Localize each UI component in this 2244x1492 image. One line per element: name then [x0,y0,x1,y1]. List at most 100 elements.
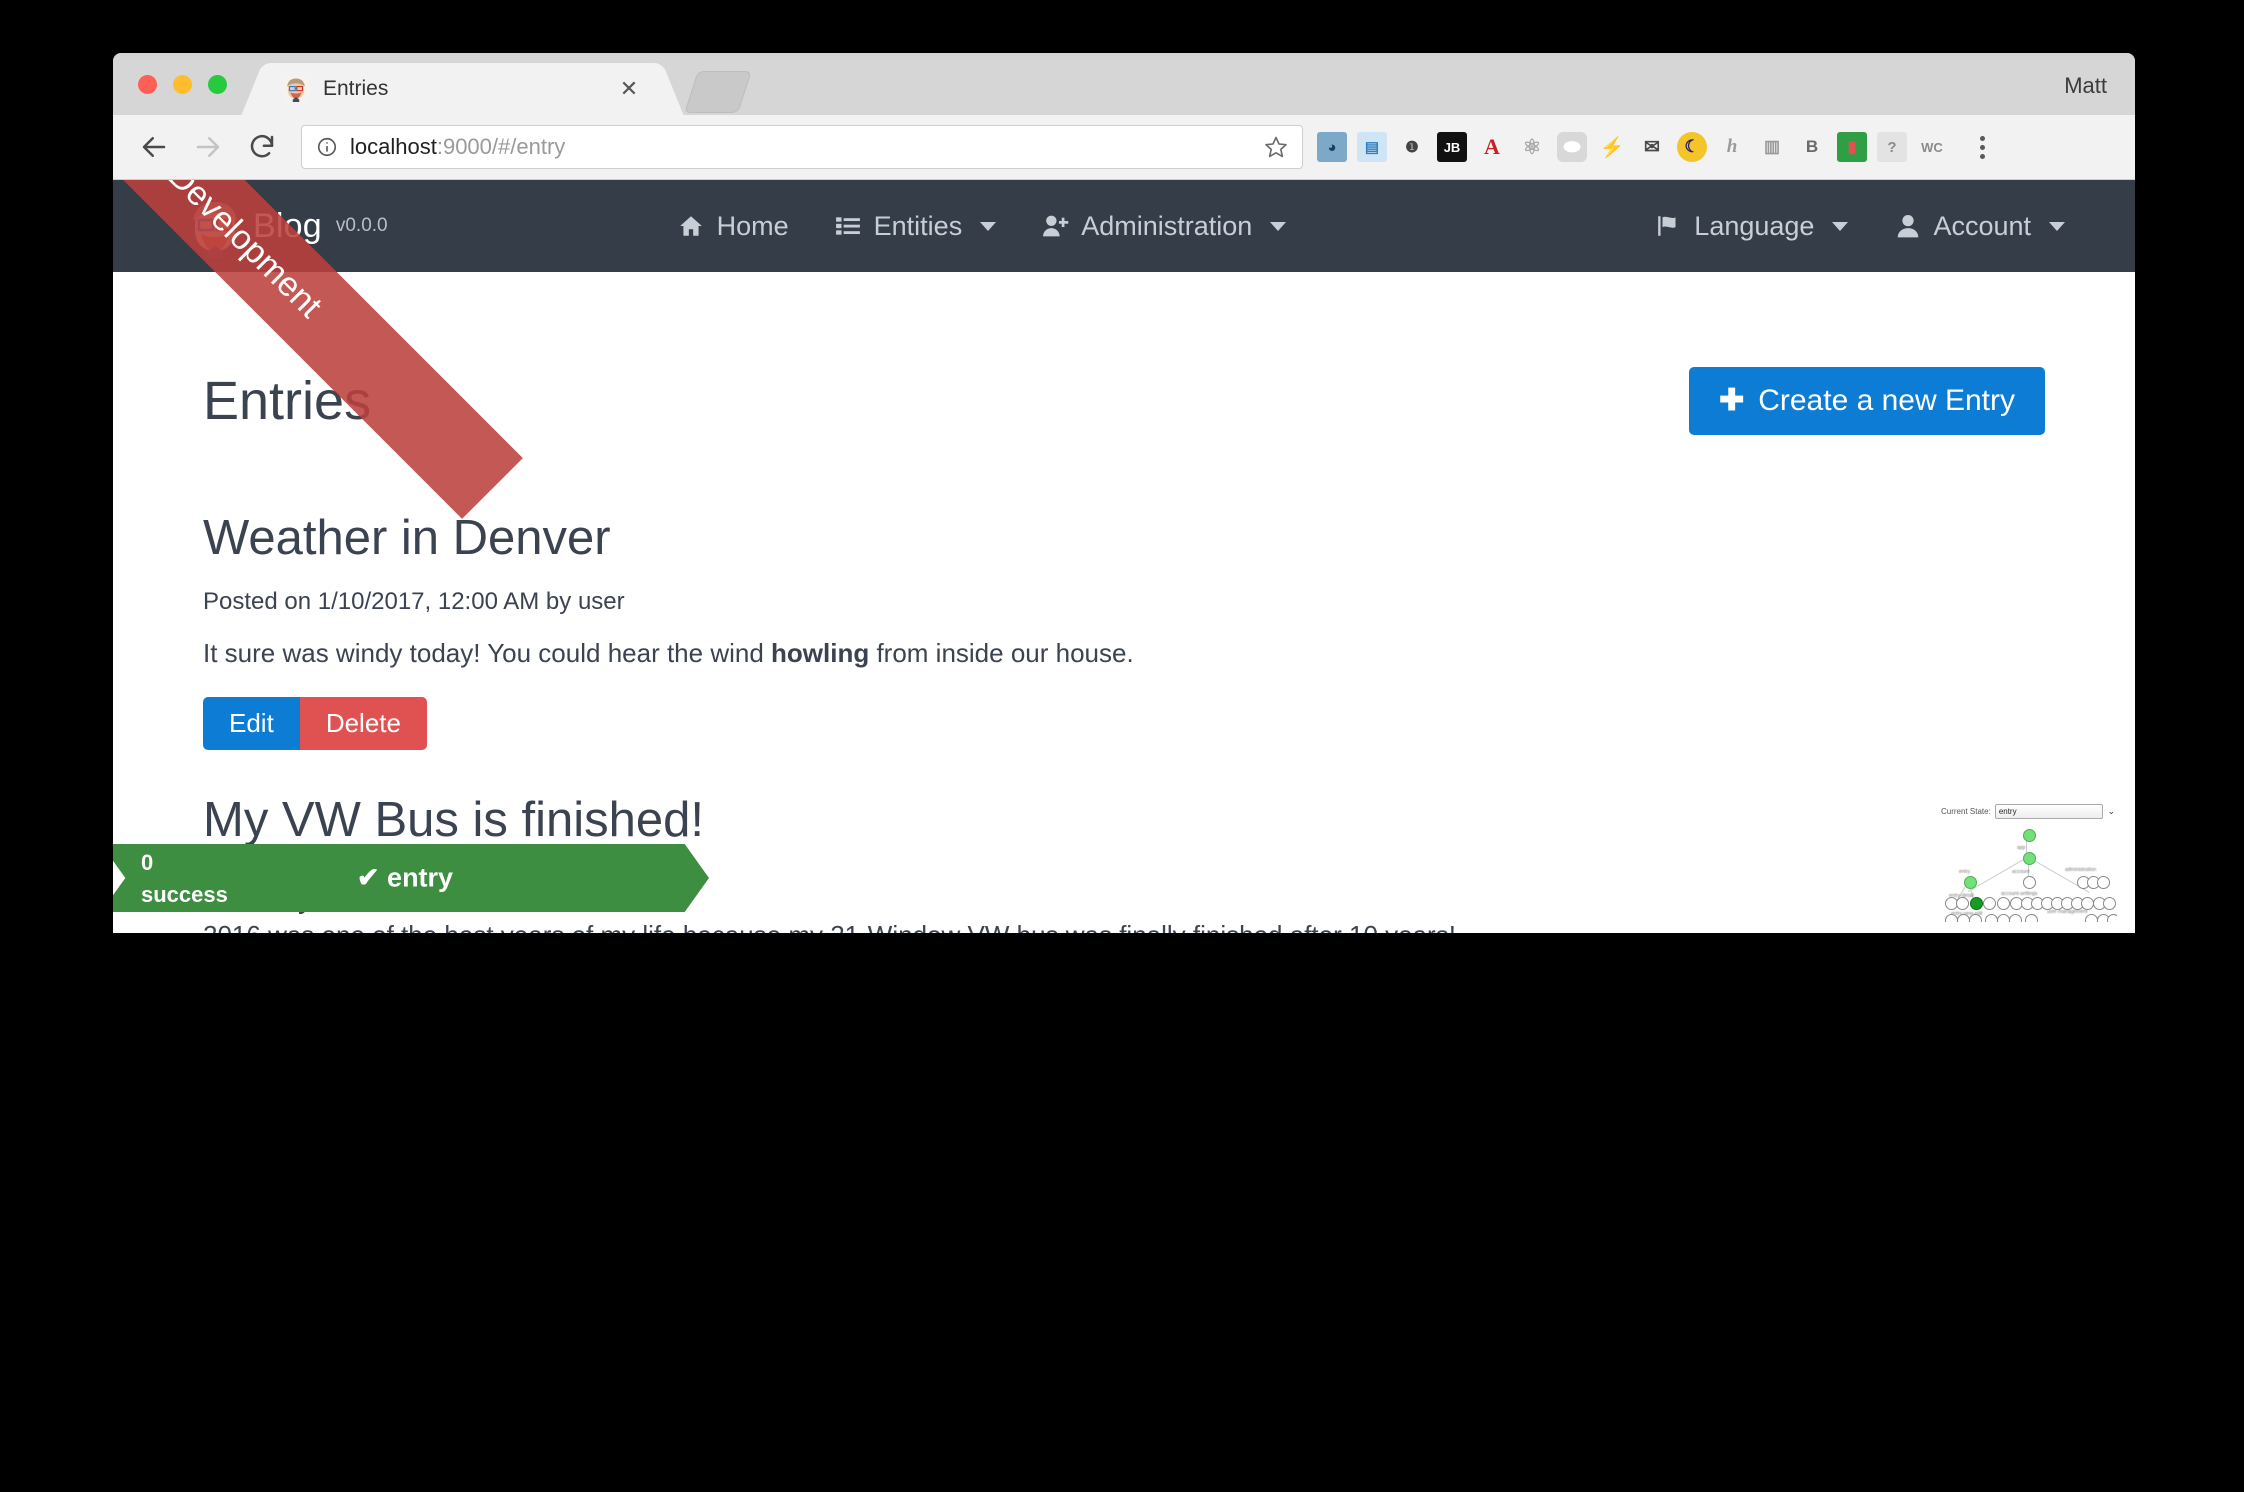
current-state-label: Current State: [1941,807,1991,816]
entry-body: It sure was windy today! You could hear … [203,638,2045,669]
lightning-bolt-icon[interactable]: ⚡ [1597,132,1627,162]
app-navbar: Blog v0.0.0 Home Entities Administration… [113,180,2135,272]
state-node[interactable] [1983,897,1996,910]
tab-favicon-avatar-icon [283,76,309,102]
jetbrains-icon[interactable]: JB [1437,132,1467,162]
page-header: Entries ✚ Create a new Entry [203,272,2045,468]
brand-avatar-icon [183,194,247,258]
screenshot-root: Entries ✕ Matt localhost:9000/#/entry ◕ … [0,0,2244,1492]
state-node[interactable] [1997,897,2010,910]
state-node-active[interactable] [1970,897,1983,910]
forward-button[interactable] [185,124,231,170]
state-node[interactable] [2023,829,2036,842]
nav-item-account[interactable]: Account [1894,211,2065,242]
state-node[interactable] [2107,914,2117,922]
page-title: Entries [203,371,372,432]
nav-item-home[interactable]: Home [678,211,789,242]
state-node[interactable] [2103,897,2116,910]
check-icon: ✔ [356,862,380,893]
url-path: :9000/#/entry [436,134,566,159]
brand-version: v0.0.0 [335,215,388,236]
create-new-entry-button[interactable]: ✚ Create a new Entry [1689,367,2045,436]
address-bar[interactable]: localhost:9000/#/entry [301,125,1303,169]
entry-body-before: It sure was windy today! You could hear … [203,638,772,669]
state-node[interactable] [2009,914,2022,922]
bitbucket-b-icon[interactable]: B [1797,132,1827,162]
delete-button[interactable]: Delete [299,697,427,751]
entry-title: Weather in Denver [203,511,611,566]
state-node[interactable] [2025,914,2038,922]
state-node[interactable] [1969,914,1982,922]
film-play-icon[interactable]: ▥ [1757,132,1787,162]
chevron-down-icon [980,221,997,231]
nav-item-language[interactable]: Language [1655,211,1849,242]
state-change-banner[interactable]: 0 success ✔ entry [113,844,709,912]
nav-item-label: Account [1933,210,2031,241]
entry-title: My VW Bus is finished! [203,793,705,848]
chrome-menu-button[interactable] [1969,135,1995,159]
wc-icon[interactable]: WC [1917,132,1947,162]
react-atom-icon[interactable]: ⚛ [1517,132,1547,162]
browser-toolbar: localhost:9000/#/entry ◕ ▤ ❶ JB A ⚛ ⬬ ⚡ … [113,115,2135,180]
user-icon [1894,213,1921,240]
close-window-button[interactable] [138,75,157,94]
brand[interactable]: Blog v0.0.0 [183,194,388,258]
entry-body-bold: howling [771,638,870,669]
egg-icon[interactable]: ⬬ [1557,132,1587,162]
nav-item-administration[interactable]: Administration [1042,210,1287,242]
chevron-down-icon[interactable]: ⌄ [2107,806,2115,817]
nav-item-label: Administration [1081,210,1253,241]
browser-tab-entries[interactable]: Entries ✕ [265,63,660,115]
state-node[interactable] [2097,876,2110,889]
state-visualizer[interactable]: Current State: entry ⌄ app entry account… [1937,802,2117,922]
nav-item-entities[interactable]: Entities [835,211,997,242]
entry-body-before: 2016 was one of the best years of my lif… [203,920,1456,933]
state-node-label: entry [1959,869,1971,875]
flag-icon [1655,213,1682,240]
navbar-primary-items: Home Entities Administration [678,211,1287,242]
page-viewport: Blog v0.0.0 Home Entities Administration… [113,180,2135,933]
entry-item: Weather in Denver Posted on 1/10/2017, 1… [203,510,2045,751]
current-state-select[interactable]: entry [1994,804,2104,819]
address-bar-url: localhost:9000/#/entry [350,134,565,160]
window-traffic-lights [138,75,227,94]
reload-button[interactable] [239,124,285,170]
window-snapshot-icon[interactable]: ▤ [1357,132,1387,162]
info-circle-icon[interactable]: ❶ [1397,132,1427,162]
entry-actions: Edit Delete [203,697,2045,751]
minimize-window-button[interactable] [173,75,192,94]
tab-close-icon[interactable]: ✕ [618,78,640,100]
script-h-icon[interactable]: h [1717,132,1747,162]
bookmark-star-icon[interactable] [1264,135,1288,159]
state-node[interactable] [2023,876,2036,889]
entry-body: 2016 was one of the best years of my lif… [203,920,2045,933]
page-container: Entries ✚ Create a new Entry Weather in … [113,272,2135,933]
state-visualizer-header: Current State: entry ⌄ [1937,802,2117,819]
edit-button[interactable]: Edit [203,697,300,751]
list-icon [835,213,862,240]
browser-tab-strip: Entries ✕ Matt [113,53,2135,115]
envelope-check-icon[interactable]: ✉ [1637,132,1667,162]
browser-window: Entries ✕ Matt localhost:9000/#/entry ◕ … [113,53,2135,933]
state-node-label: account [2012,869,2030,875]
moon-icon[interactable]: ☾ [1677,132,1707,162]
state-node[interactable] [2023,852,2036,865]
chrome-profile-name[interactable]: Matt [2064,73,2107,99]
adobe-a-icon[interactable]: A [1477,132,1507,162]
maximize-window-button[interactable] [208,75,227,94]
tab-title: Entries [323,77,389,100]
create-new-entry-label: Create a new Entry [1758,384,2015,418]
chevron-down-icon [1270,221,1287,231]
back-button[interactable] [131,124,177,170]
site-info-icon[interactable] [316,136,338,158]
speedometer-icon[interactable]: ◕ [1317,132,1347,162]
url-host: localhost [350,134,437,159]
state-node[interactable] [1964,876,1977,889]
lighthouse-icon[interactable]: ▮ [1837,132,1867,162]
plus-icon: ✚ [1719,384,1745,418]
question-mark-icon[interactable]: ? [1877,132,1907,162]
nav-item-label: Home [716,210,789,241]
new-tab-button[interactable] [684,71,752,113]
state-banner-main: ✔ entry [113,863,709,894]
state-node[interactable] [1956,897,1969,910]
